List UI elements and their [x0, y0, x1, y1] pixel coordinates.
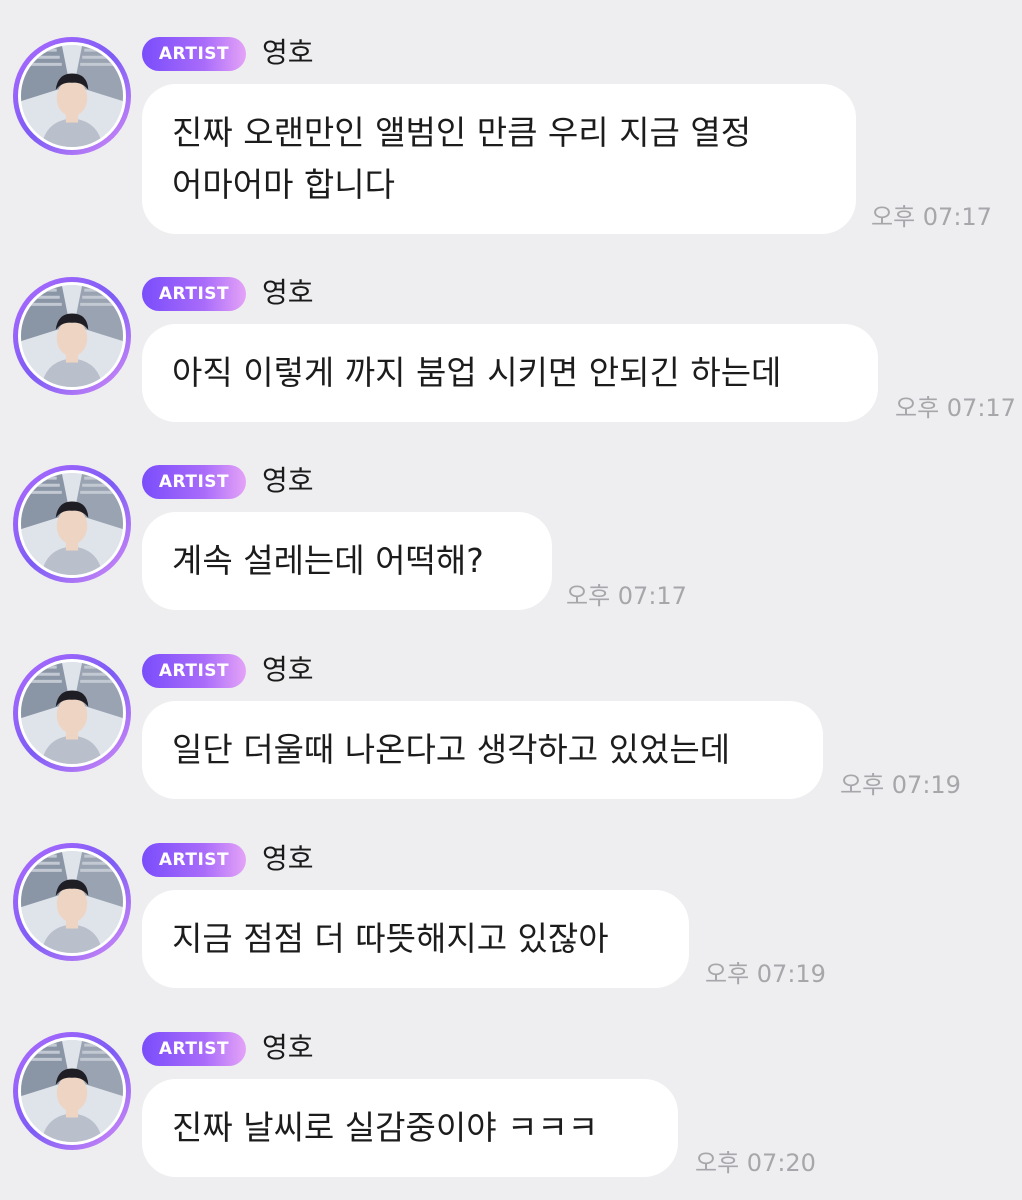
- sender-name[interactable]: 영호: [262, 840, 314, 878]
- message-bubble[interactable]: 진짜 날씨로 실감중이야 ㅋㅋㅋ: [142, 1079, 678, 1177]
- chat-message: ARTIST 영호 진짜 날씨로 실감중이야 ㅋㅋㅋ 오후 07:20: [0, 1029, 1022, 1182]
- artist-badge: ARTIST: [142, 1032, 246, 1066]
- sender-name[interactable]: 영호: [262, 462, 314, 500]
- message-timestamp: 오후 07:17: [566, 582, 687, 610]
- avatar[interactable]: [13, 277, 131, 395]
- artist-badge: ARTIST: [142, 843, 246, 877]
- sender-name[interactable]: 영호: [262, 651, 314, 689]
- message-bubble[interactable]: 계속 설레는데 어떡해?: [142, 512, 552, 610]
- message-timestamp: 오후 07:17: [871, 203, 992, 231]
- message-text: 아직 이렇게 까지 붐업 시키면 안되긴 하는데: [172, 353, 782, 392]
- profile-photo-icon: [21, 473, 123, 575]
- profile-photo-icon: [21, 45, 123, 147]
- avatar[interactable]: [13, 843, 131, 961]
- profile-photo-icon: [21, 285, 123, 387]
- artist-badge: ARTIST: [142, 654, 246, 688]
- message-bubble[interactable]: 아직 이렇게 까지 붐업 시키면 안되긴 하는데: [142, 324, 878, 422]
- message-timestamp: 오후 07:19: [840, 771, 961, 799]
- message-text: 지금 점점 더 따뜻해지고 있잖아: [172, 919, 609, 958]
- profile-photo-icon: [21, 1040, 123, 1142]
- avatar[interactable]: [13, 654, 131, 772]
- artist-badge: ARTIST: [142, 277, 246, 311]
- message-bubble[interactable]: 지금 점점 더 따뜻해지고 있잖아: [142, 890, 689, 988]
- sender-name[interactable]: 영호: [262, 34, 314, 72]
- avatar[interactable]: [13, 1032, 131, 1150]
- sender-name[interactable]: 영호: [262, 274, 314, 312]
- chat-message-list: ARTIST 영호 진짜 오랜만인 앨범인 만큼 우리 지금 열정 어마어마 합…: [0, 0, 1022, 1200]
- avatar[interactable]: [13, 37, 131, 155]
- chat-message: ARTIST 영호 계속 설레는데 어떡해? 오후 07:17: [0, 462, 1022, 615]
- profile-photo-icon: [21, 851, 123, 953]
- message-timestamp: 오후 07:19: [705, 960, 826, 988]
- message-bubble[interactable]: 진짜 오랜만인 앨범인 만큼 우리 지금 열정 어마어마 합니다: [142, 84, 856, 234]
- message-timestamp: 오후 07:20: [695, 1149, 816, 1177]
- message-text: 계속 설레는데 어떡해?: [172, 541, 484, 580]
- artist-badge: ARTIST: [142, 37, 246, 71]
- profile-photo-icon: [21, 662, 123, 764]
- message-text: 일단 더울때 나온다고 생각하고 있었는데: [172, 730, 731, 769]
- chat-message: ARTIST 영호 진짜 오랜만인 앨범인 만큼 우리 지금 열정 어마어마 합…: [0, 34, 1022, 237]
- chat-message: ARTIST 영호 일단 더울때 나온다고 생각하고 있었는데 오후 07:19: [0, 651, 1022, 804]
- message-text: 진짜 날씨로 실감중이야 ㅋㅋㅋ: [172, 1108, 599, 1147]
- sender-name[interactable]: 영호: [262, 1029, 314, 1067]
- chat-message: ARTIST 영호 아직 이렇게 까지 붐업 시키면 안되긴 하는데 오후 07…: [0, 274, 1022, 427]
- message-timestamp: 오후 07:17: [895, 394, 1016, 422]
- message-text: 진짜 오랜만인 앨범인 만큼 우리 지금 열정 어마어마 합니다: [172, 113, 752, 204]
- artist-badge: ARTIST: [142, 465, 246, 499]
- message-bubble[interactable]: 일단 더울때 나온다고 생각하고 있었는데: [142, 701, 823, 799]
- avatar[interactable]: [13, 465, 131, 583]
- chat-message: ARTIST 영호 지금 점점 더 따뜻해지고 있잖아 오후 07:19: [0, 840, 1022, 993]
